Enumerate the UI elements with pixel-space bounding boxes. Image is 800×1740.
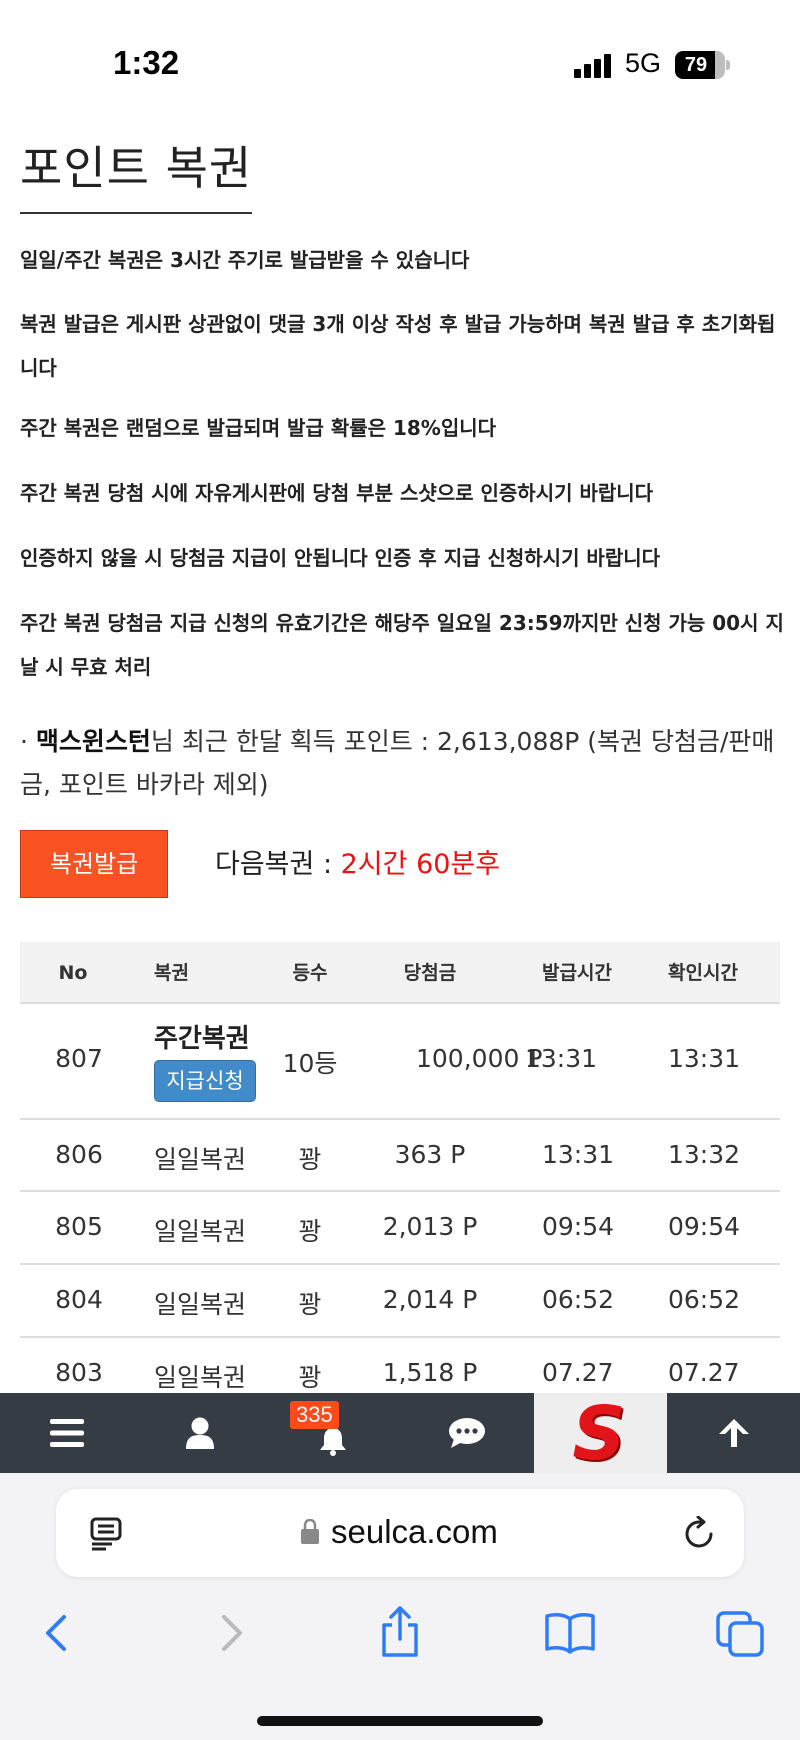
reader-mode-icon[interactable]	[90, 1517, 122, 1551]
bell-icon	[319, 1428, 346, 1456]
table-row: 807 주간복권 지급신청 10등 100,000 P 13:31 13:31	[20, 1004, 780, 1120]
scroll-to-top-button[interactable]	[667, 1393, 800, 1473]
menu-button[interactable]	[0, 1393, 133, 1473]
cell-rank: 꽝	[298, 1290, 322, 1319]
notice-item: 일일/주간 복권은 3시간 주기로 발급받을 수 있습니다	[20, 248, 470, 272]
bottom-app-nav: 335 S	[0, 1393, 800, 1473]
table-row: 804 일일복권 꽝 2,014 P 06:52 06:52	[20, 1265, 780, 1338]
battery-level: 79	[684, 54, 708, 76]
cell-ticket: 주간복권	[154, 1024, 250, 1054]
cell-ticket: 일일복권	[154, 1217, 247, 1246]
page-title: 포인트 복권	[20, 132, 253, 214]
next-ticket-time: 2시간 60분후	[340, 849, 501, 880]
tabs-icon	[716, 1611, 764, 1657]
share-button[interactable]	[370, 1603, 430, 1663]
bullet: ·	[20, 727, 28, 756]
cell-prize: 2,013 P	[382, 1212, 478, 1241]
cell-prize: 2,014 P	[382, 1285, 478, 1314]
header-checked: 확인시간	[668, 962, 738, 984]
table-header: No 복권 등수 당첨금 발급시간 확인시간	[20, 942, 780, 1004]
cell-issued: 07.27	[542, 1358, 614, 1387]
ticket-table: No 복권 등수 당첨금 발급시간 확인시간 807 주간복권 지급신청 10등…	[20, 942, 780, 1398]
url-text: seulca.com	[331, 1513, 498, 1550]
chevron-left-icon	[46, 1615, 66, 1651]
back-button[interactable]	[28, 1603, 88, 1663]
notice-list: 일일/주간 복권은 3시간 주기로 발급받을 수 있습니다 복권 발급은 게시판…	[20, 238, 785, 710]
network-type: 5G	[625, 48, 662, 78]
cell-no: 806	[55, 1140, 103, 1169]
menu-icon	[49, 1419, 84, 1447]
chat-button[interactable]	[400, 1393, 533, 1473]
notice-item: 복권 발급은 게시판 상관없이 댓글 3개 이상 작성 후 발급 가능하며 복권…	[20, 312, 776, 380]
status-time: 1:32	[113, 44, 180, 81]
reload-icon[interactable]	[684, 1516, 716, 1550]
username[interactable]: 맥스윈스턴	[36, 727, 151, 756]
user-icon	[185, 1417, 214, 1449]
home-indicator	[257, 1716, 543, 1726]
site-logo-button[interactable]: S	[534, 1393, 667, 1473]
header-prize: 당첨금	[403, 962, 457, 984]
cell-checked: 09:54	[668, 1212, 741, 1241]
cell-no: 804	[55, 1285, 103, 1314]
cell-rank: 꽝	[298, 1217, 322, 1246]
points-summary: · 맥스윈스턴님 최근 한달 획득 포인트 : 2,613,088P (복권 당…	[20, 720, 785, 806]
notice-item: 주간 복권 당첨금 지급 신청의 유효기간은 해당주 일요일 23:59까지만 …	[20, 611, 784, 679]
profile-button[interactable]	[133, 1393, 266, 1473]
notice-item: 주간 복권 당첨 시에 자유게시판에 당첨 부분 스샷으로 인증하시기 바랍니다	[20, 481, 654, 505]
cell-prize: 363 P	[394, 1140, 466, 1169]
forward-button[interactable]	[200, 1603, 260, 1663]
cell-issued: 13:31	[525, 1044, 598, 1073]
cell-issued: 09:54	[542, 1212, 615, 1241]
header-ticket: 복권	[154, 962, 189, 984]
cell-ticket: 일일복권	[154, 1290, 247, 1319]
address-bar[interactable]: seulca.com	[56, 1489, 744, 1577]
chat-icon	[448, 1418, 485, 1448]
cell-checked: 07.27	[668, 1358, 740, 1387]
book-icon	[545, 1613, 595, 1654]
notice-item: 인증하지 않을 시 당첨금 지급이 안됩니다 인증 후 지급 신청하시기 바랍니…	[20, 546, 661, 570]
share-icon	[382, 1606, 418, 1657]
next-ticket-countdown: 다음복권 : 2시간 60분후	[215, 842, 500, 881]
notification-count-badge: 335	[290, 1401, 339, 1429]
status-bar: 1:32 5G 79	[0, 0, 800, 100]
cell-ticket: 일일복권	[154, 1363, 247, 1392]
cell-prize: 1,518 P	[382, 1358, 478, 1387]
header-issued: 발급시간	[542, 962, 612, 984]
cell-ticket: 일일복권	[154, 1145, 247, 1174]
cell-checked: 06:52	[668, 1285, 741, 1314]
cell-checked: 13:31	[668, 1044, 741, 1073]
cell-issued: 06:52	[542, 1285, 615, 1314]
cell-rank: 10등	[282, 1049, 338, 1078]
cell-no: 805	[55, 1212, 103, 1241]
cell-no: 807	[55, 1044, 103, 1073]
browser-chrome: seulca.com	[0, 1473, 800, 1740]
bookmarks-button[interactable]	[540, 1603, 600, 1663]
claim-prize-button[interactable]: 지급신청	[154, 1060, 256, 1102]
cell-issued: 13:31	[542, 1140, 615, 1169]
lock-icon	[301, 1519, 319, 1544]
table-row: 803 일일복권 꽝 1,518 P 07.27 07.27	[20, 1338, 780, 1398]
cell-no: 803	[55, 1358, 103, 1387]
cellular-signal-icon	[574, 54, 612, 78]
header-no: No	[58, 962, 88, 984]
site-logo: S	[572, 1391, 626, 1477]
tabs-button[interactable]	[712, 1603, 772, 1663]
header-rank: 등수	[292, 962, 328, 984]
table-row: 806 일일복권 꽝 363 P 13:31 13:32	[20, 1120, 780, 1192]
chevron-right-icon	[222, 1615, 242, 1651]
issue-ticket-button[interactable]: 복권발급	[20, 830, 168, 898]
notice-item: 주간 복권은 랜덤으로 발급되며 발급 확률은 18%입니다	[20, 416, 497, 440]
cell-rank: 꽝	[298, 1145, 322, 1174]
battery-icon: 79	[675, 51, 730, 79]
table-row: 805 일일복권 꽝 2,013 P 09:54 09:54	[20, 1192, 780, 1265]
cell-prize: 100,000 P	[416, 1044, 543, 1073]
next-ticket-label: 다음복권 :	[215, 849, 341, 880]
cell-rank: 꽝	[298, 1363, 322, 1392]
arrow-up-icon	[718, 1419, 749, 1447]
cell-checked: 13:32	[668, 1140, 741, 1169]
